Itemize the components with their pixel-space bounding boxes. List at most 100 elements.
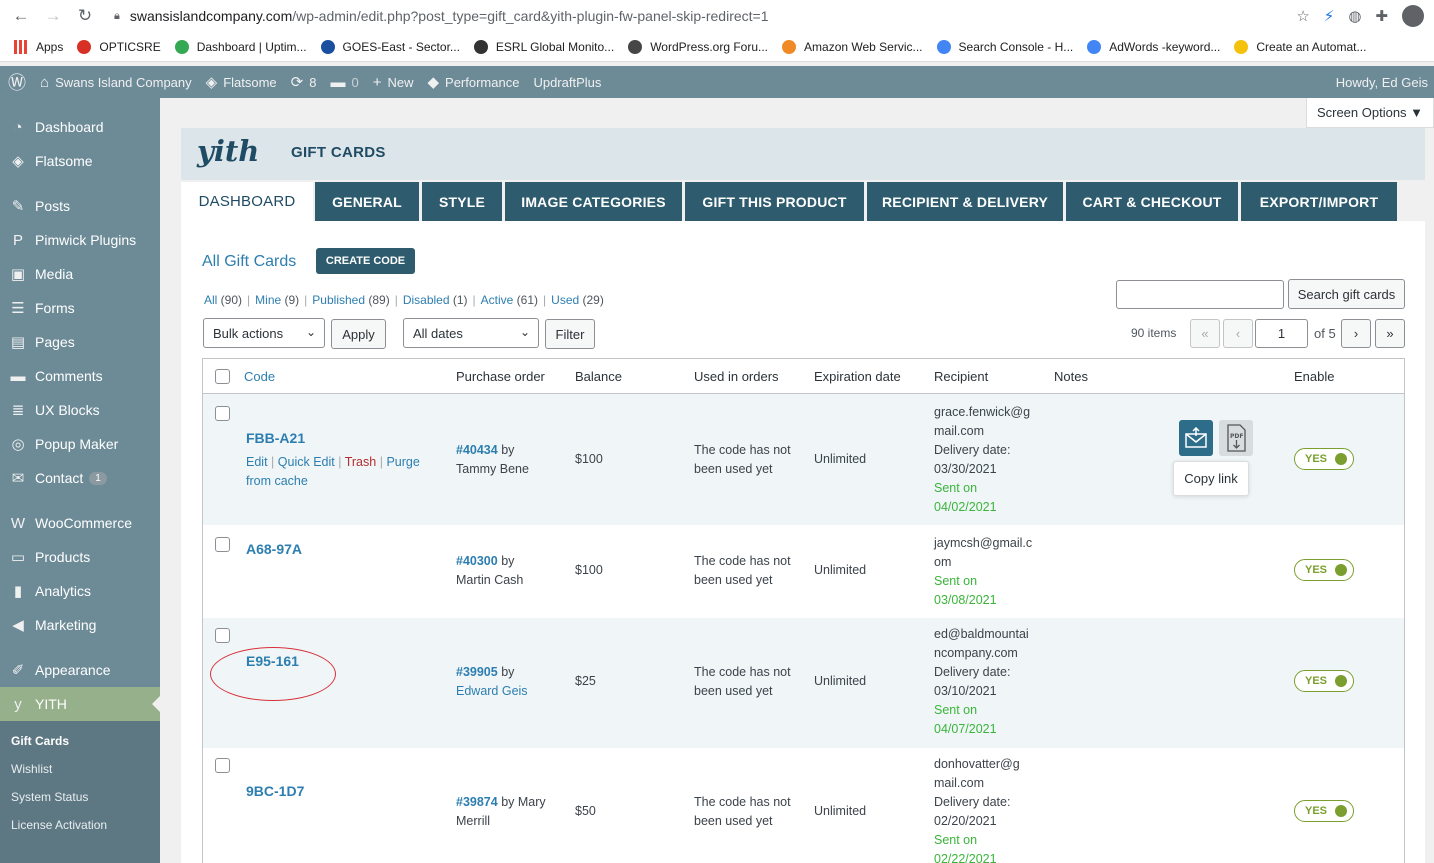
gift-card-code[interactable]: 9BC-1D7	[246, 782, 304, 801]
bookmark-item[interactable]: GOES-East - Sector...	[320, 39, 460, 54]
sidebar-item-marketing[interactable]: ◀ Marketing	[0, 608, 160, 642]
bolt-icon[interactable]: ⚡︎	[1324, 7, 1335, 25]
sidebar-item-flatsome[interactable]: ◈ Flatsome	[0, 144, 160, 178]
sidebar-item-contact[interactable]: ✉ Contact 1	[0, 461, 160, 495]
forward-icon[interactable]: →	[42, 5, 64, 27]
sidebar-item-woocommerce[interactable]: W WooCommerce	[0, 506, 160, 540]
bookmark-item[interactable]: WordPress.org Foru...	[628, 39, 768, 54]
dates-select[interactable]: All dates ⌄	[403, 318, 539, 348]
row-checkbox[interactable]	[215, 628, 230, 643]
screen-options-button[interactable]: Screen Options ▼	[1306, 98, 1434, 128]
performance-link[interactable]: ◆ Performance	[427, 73, 519, 91]
order-link[interactable]: #40300	[456, 554, 498, 568]
filter-button[interactable]: Filter	[545, 319, 595, 349]
sidebar-item-ux-blocks[interactable]: ≣ UX Blocks	[0, 393, 160, 427]
howdy-user[interactable]: Howdy, Ed Geis	[1336, 75, 1428, 90]
sidebar-item-analytics[interactable]: ▮ Analytics	[0, 574, 160, 608]
row-checkbox[interactable]	[215, 758, 230, 773]
bookmark-item[interactable]: Create an Automat...	[1234, 39, 1366, 54]
order-link[interactable]: #39874	[456, 795, 498, 809]
sidebar-item-yith[interactable]: y YITH	[0, 687, 160, 721]
star-icon[interactable]: ☆	[1296, 7, 1309, 25]
enable-toggle[interactable]: YES	[1294, 559, 1354, 581]
tab-general[interactable]: GENERAL	[315, 182, 419, 221]
resend-email-button[interactable]	[1179, 420, 1213, 456]
purge-link[interactable]: Purge	[386, 455, 419, 469]
sidebar-item-pages[interactable]: ▤ Pages	[0, 325, 160, 359]
tab-style[interactable]: STYLE	[422, 182, 502, 221]
tab-cart-checkout[interactable]: CART & CHECKOUT	[1066, 182, 1238, 221]
profile-avatar[interactable]	[1402, 5, 1424, 27]
gift-card-code[interactable]: FBB-A21	[246, 429, 305, 448]
column-code[interactable]: Code	[244, 369, 275, 384]
sidebar-item-forms[interactable]: ☰ Forms	[0, 291, 160, 325]
sidebar-item-posts[interactable]: ✎ Posts	[0, 189, 160, 223]
last-page-button[interactable]: »	[1375, 319, 1405, 348]
gift-card-code[interactable]: A68-97A	[246, 540, 302, 559]
order-link[interactable]: #40434	[456, 443, 498, 457]
download-pdf-button[interactable]: PDF	[1219, 420, 1253, 456]
site-name-link[interactable]: ⌂ Swans Island Company	[40, 74, 192, 91]
flatsome-link[interactable]: ◈ Flatsome	[206, 73, 277, 91]
submenu-system-status[interactable]: System Status	[11, 790, 88, 804]
bookmark-item[interactable]: Apps	[14, 39, 63, 54]
filter-all[interactable]: All	[204, 293, 217, 307]
filter-disabled[interactable]: Disabled	[403, 293, 450, 307]
quick-edit-link[interactable]: Quick Edit	[278, 455, 335, 469]
bookmark-item[interactable]: ESRL Global Monito...	[473, 39, 614, 54]
extensions-icon[interactable]: ✚	[1375, 7, 1388, 25]
sidebar-item-pimwick-plugins[interactable]: P Pimwick Plugins	[0, 223, 160, 257]
globe-icon[interactable]: ◍	[1348, 7, 1361, 25]
sidebar-item-dashboard[interactable]: ◔ Dashboard	[0, 110, 160, 144]
buyer-name[interactable]: Edward Geis	[456, 684, 528, 698]
sidebar-item-products[interactable]: ▭ Products	[0, 540, 160, 574]
tab-export-import[interactable]: EXPORT/IMPORT	[1241, 182, 1397, 221]
wordpress-logo-icon[interactable]: Ⓦ	[8, 69, 26, 95]
submenu-wishlist[interactable]: Wishlist	[11, 762, 52, 776]
new-content-link[interactable]: + New	[373, 74, 414, 91]
bookmark-item[interactable]: OPTICSRE	[77, 39, 161, 54]
row-checkbox[interactable]	[215, 537, 230, 552]
filter-active[interactable]: Active	[481, 293, 514, 307]
reload-icon[interactable]: ↻	[74, 5, 96, 27]
prev-page-button[interactable]: ‹	[1223, 319, 1253, 348]
sidebar-item-appearance[interactable]: ✐ Appearance	[0, 653, 160, 687]
bookmark-item[interactable]: Amazon Web Servic...	[782, 39, 923, 54]
bookmark-item[interactable]: AdWords -keyword...	[1087, 39, 1220, 54]
search-gift-cards-button[interactable]: Search gift cards	[1288, 279, 1405, 309]
tab-dashboard[interactable]: DASHBOARD	[181, 182, 313, 221]
current-page-input[interactable]: 1	[1255, 319, 1308, 348]
submenu-gift-cards[interactable]: Gift Cards	[11, 734, 69, 748]
purge-from-cache-link[interactable]: from cache	[246, 474, 308, 488]
bulk-actions-select[interactable]: Bulk actions ⌄	[203, 318, 325, 348]
edit-link[interactable]: Edit	[246, 455, 268, 469]
enable-toggle[interactable]: YES	[1294, 670, 1354, 692]
sidebar-item-media[interactable]: ▣ Media	[0, 257, 160, 291]
create-code-button[interactable]: CREATE CODE	[316, 248, 415, 274]
updraftplus-link[interactable]: UpdraftPlus	[533, 75, 601, 90]
tab-image-categories[interactable]: IMAGE CATEGORIES	[505, 182, 682, 221]
next-page-button[interactable]: ›	[1341, 319, 1371, 348]
search-input[interactable]	[1116, 280, 1284, 309]
tab-gift-this-product[interactable]: GIFT THIS PRODUCT	[685, 182, 864, 221]
filter-used[interactable]: Used	[551, 293, 579, 307]
apply-button[interactable]: Apply	[331, 319, 386, 349]
select-all-checkbox[interactable]	[215, 369, 230, 384]
enable-toggle[interactable]: YES	[1294, 800, 1354, 822]
back-icon[interactable]: ←	[10, 5, 32, 27]
order-link[interactable]: #39905	[456, 665, 498, 679]
filter-mine[interactable]: Mine	[255, 293, 281, 307]
url-field[interactable]: 🔒︎ swansislandcompany.com/wp-admin/edit.…	[114, 8, 1296, 24]
comments-link[interactable]: ▬ 0	[330, 74, 358, 91]
first-page-button[interactable]: «	[1190, 319, 1220, 348]
bookmark-item[interactable]: Dashboard | Uptim...	[174, 39, 307, 54]
submenu-license-activation[interactable]: License Activation	[11, 818, 107, 832]
enable-toggle[interactable]: YES	[1294, 448, 1354, 470]
tab-recipient-delivery[interactable]: RECIPIENT & DELIVERY	[867, 182, 1063, 221]
sidebar-item-comments[interactable]: ▬ Comments	[0, 359, 160, 393]
trash-link[interactable]: Trash	[345, 455, 377, 469]
sidebar-item-popup-maker[interactable]: ◎ Popup Maker	[0, 427, 160, 461]
updates-link[interactable]: ⟳ 8	[291, 73, 317, 91]
bookmark-item[interactable]: Search Console - H...	[936, 39, 1073, 54]
filter-published[interactable]: Published	[312, 293, 365, 307]
